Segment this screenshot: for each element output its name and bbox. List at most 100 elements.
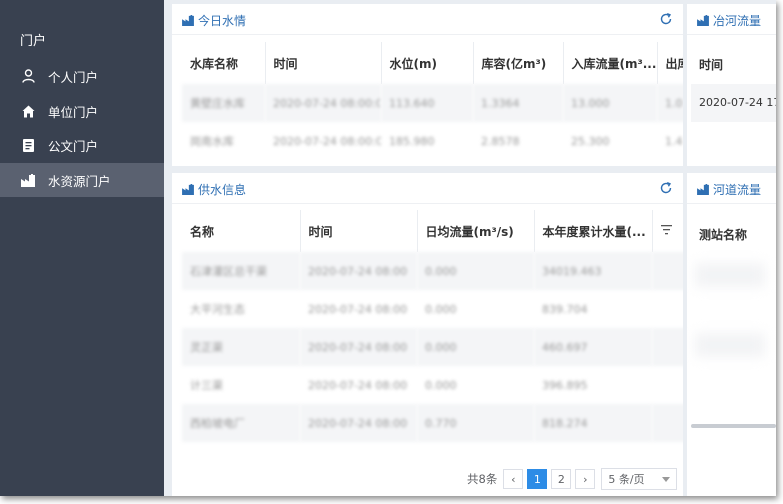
- table-row[interactable]: 岗南水库 2020-07-24 08:00:00 185.980 2.8578 …: [182, 122, 683, 160]
- panel-title: 供水信息: [182, 181, 246, 198]
- document-icon: [21, 138, 35, 152]
- table-row[interactable]: [695, 333, 765, 357]
- factory-icon: [182, 184, 194, 195]
- home-icon: [21, 104, 35, 118]
- factory-icon: [697, 15, 709, 26]
- table-cell: 0.000: [417, 328, 534, 366]
- table-cell: 1.3364: [473, 84, 563, 122]
- sidebar-item-document[interactable]: 公文门户: [0, 128, 164, 162]
- refresh-icon[interactable]: [659, 12, 673, 26]
- horizontal-scrollbar[interactable]: [691, 424, 776, 428]
- table-cell: 大平河生态: [190, 303, 245, 316]
- water-supply-panel: 供水信息 名称 时间 日均流量(m³/s) 本年度累计水量(... 石津灌区总干…: [172, 173, 683, 496]
- column-header[interactable]: 水库名称: [182, 42, 266, 84]
- panel-header: 河道流量: [687, 173, 776, 204]
- table-row[interactable]: 西柏坡电厂 2020-07-24 08:00 0.770 818.274: [182, 404, 683, 442]
- table-row[interactable]: 石津灌区总干渠 2020-07-24 08:00 0.000 34019.463: [182, 252, 683, 290]
- factory-icon: [697, 184, 709, 195]
- table-row[interactable]: 灵正渠 2020-07-24 08:00 0.000 460.697: [182, 328, 683, 366]
- table-cell: 0.000: [425, 302, 457, 316]
- filter-icon: [660, 225, 672, 235]
- factory-icon: [182, 15, 194, 26]
- sidebar-item-label: 水资源门户: [48, 173, 111, 189]
- page-button-2[interactable]: 2: [551, 469, 572, 489]
- app-frame: 门户 个人门户 单位门户 公文门户 水资源门户 今日水情 水库名称 时间 水位(…: [0, 0, 776, 496]
- table-row[interactable]: 黄壁庄水库 2020-07-24 08:00:00 113.640 1.3364…: [182, 84, 683, 122]
- column-header[interactable]: 入库流量(m³...: [563, 42, 658, 84]
- table-cell: [652, 252, 683, 290]
- sidebar: 门户 个人门户 单位门户 公文门户 水资源门户: [0, 0, 164, 496]
- table-cell: 25.300: [571, 134, 610, 148]
- sidebar-title: 门户: [20, 34, 47, 49]
- table-cell: 2020-07-24 17:0: [699, 96, 776, 109]
- refresh-icon[interactable]: [659, 181, 673, 195]
- sidebar-item-personal[interactable]: 个人门户: [0, 59, 164, 93]
- column-header[interactable]: 时间: [300, 210, 418, 252]
- column-header[interactable]: 名称: [182, 210, 301, 252]
- table-cell: 石津灌区总干渠: [182, 252, 300, 290]
- table-header-row: 名称 时间 日均流量(m³/s) 本年度累计水量(...: [182, 210, 683, 252]
- table-cell: 34019.463: [534, 252, 652, 290]
- page-size-select[interactable]: 5 条/页: [601, 468, 678, 490]
- column-header[interactable]: 测站名称: [699, 226, 747, 243]
- table-cell: 岗南水库: [190, 135, 234, 148]
- table-cell: 2020-07-24 08:00: [300, 404, 417, 442]
- column-header[interactable]: 库容(亿m³): [473, 42, 564, 84]
- table-cell: 灵正渠: [182, 328, 300, 366]
- panel-header: 冶河流量: [687, 4, 776, 35]
- panel-title: 河道流量: [697, 181, 761, 198]
- table-row[interactable]: 计三渠 2020-07-24 08:00 0.000 396.895: [182, 366, 683, 404]
- table-cell: 185.980: [389, 134, 435, 148]
- sidebar-item-unit[interactable]: 单位门户: [0, 94, 164, 128]
- table-cell: 2.8578: [481, 134, 520, 148]
- column-filter-button[interactable]: [652, 210, 683, 252]
- channel-flow-panel: 河道流量 测站名称: [687, 173, 776, 496]
- table-header-row: 水库名称 时间 水位(m) 库容(亿m³) 入库流量(m³... 出库: [182, 42, 683, 84]
- panel-header: 供水信息: [172, 173, 683, 204]
- column-header[interactable]: 出库: [657, 42, 683, 84]
- water-status-table: 水库名称 时间 水位(m) 库容(亿m³) 入库流量(m³... 出库 黄壁庄水…: [182, 42, 683, 160]
- column-header[interactable]: 水位(m): [381, 42, 474, 84]
- table-cell: 839.704: [542, 302, 588, 316]
- water-status-panel: 今日水情 水库名称 时间 水位(m) 库容(亿m³) 入库流量(m³... 出库…: [172, 4, 683, 166]
- water-supply-table: 名称 时间 日均流量(m³/s) 本年度累计水量(... 石津灌区总干渠 202…: [182, 210, 683, 442]
- pagination: 共8条 ‹ 1 2 › 5 条/页: [467, 468, 678, 490]
- table-cell: 2020-07-24 08:00: [308, 378, 408, 392]
- column-header[interactable]: 时间: [699, 56, 723, 73]
- sidebar-item-label: 公文门户: [48, 138, 99, 154]
- column-header[interactable]: 本年度累计水量(...: [534, 210, 653, 252]
- panel-header: 今日水情: [172, 4, 683, 35]
- table-cell: 1.0: [657, 84, 683, 122]
- next-page-button[interactable]: ›: [575, 469, 596, 489]
- table-cell: [652, 290, 683, 328]
- panel-title: 冶河流量: [697, 12, 761, 29]
- sidebar-item-water-resources[interactable]: 水资源门户: [0, 163, 164, 197]
- table-cell: 0.000: [425, 378, 457, 392]
- table-cell: 0.000: [417, 252, 534, 290]
- person-icon: [21, 69, 35, 83]
- sidebar-item-label: 单位门户: [48, 104, 99, 120]
- table-row[interactable]: [695, 263, 765, 287]
- table-cell: 黄壁庄水库: [182, 84, 265, 122]
- table-cell: 460.697: [534, 328, 652, 366]
- table-cell: 818.274: [534, 404, 652, 442]
- table-cell: 113.640: [381, 84, 473, 122]
- page-size-label: 5 条/页: [608, 473, 645, 486]
- table-cell: 2020-07-24 08:00:00: [273, 134, 381, 148]
- table-cell: 计三渠: [190, 379, 223, 392]
- column-header[interactable]: 时间: [265, 42, 382, 84]
- table-cell: 2020-07-24 08:00: [300, 328, 417, 366]
- table-row[interactable]: 2020-07-24 17:0: [691, 84, 776, 122]
- table-cell: [652, 366, 683, 404]
- table-row[interactable]: 大平河生态 2020-07-24 08:00 0.000 839.704: [182, 290, 683, 328]
- table-cell: 396.895: [542, 378, 588, 392]
- prev-page-button[interactable]: ‹: [503, 469, 524, 489]
- caret-down-icon: [662, 476, 671, 482]
- panel-title: 今日水情: [182, 12, 246, 29]
- factory-icon: [21, 173, 35, 187]
- table-cell: 西柏坡电厂: [182, 404, 300, 442]
- total-count: 共8条: [467, 472, 498, 486]
- page-button-1[interactable]: 1: [527, 469, 548, 489]
- table-cell: 1.4: [665, 134, 683, 148]
- column-header[interactable]: 日均流量(m³/s): [417, 210, 535, 252]
